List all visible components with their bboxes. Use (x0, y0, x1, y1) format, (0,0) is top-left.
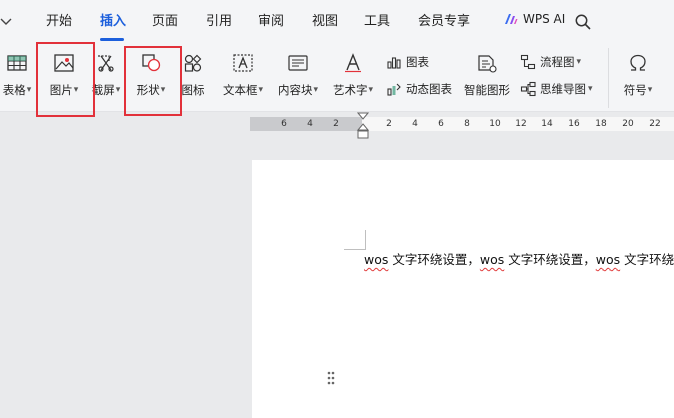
omega-icon (624, 50, 652, 76)
doc-text-run: 文字环绕 (620, 252, 674, 267)
chart-icon (387, 57, 401, 69)
symbol-button[interactable]: 符号 ▾ (620, 50, 656, 108)
scissors-icon (92, 50, 120, 76)
chevron-down-icon: ▾ (576, 57, 582, 67)
ruler-number: 18 (595, 119, 607, 129)
ribbon-toolbar: 表格 ▾ 图片 ▾ 截屏 ▾ 形状 ▾ 图标 文本框 ▾ 内容块 ▾ 艺术字 ▾… (0, 44, 674, 112)
document-page[interactable] (252, 160, 674, 418)
table-label: 表格 (2, 83, 26, 97)
tab-review[interactable]: 审阅 (258, 13, 284, 31)
dynamic-chart-button[interactable]: 动态图表 (386, 79, 452, 99)
wps-ai-label: WPS AI (523, 12, 566, 26)
textbox-label: 文本框 (222, 83, 258, 97)
flowchart-icon (520, 54, 536, 70)
flowchart-label: 流程图 (540, 55, 575, 69)
doc-text-run: wos (364, 252, 389, 267)
wordart-label: 艺术字 (332, 83, 368, 97)
tab-member[interactable]: 会员专享 (418, 13, 470, 31)
chart-label: 图表 (406, 55, 429, 69)
picture-highlight-box (36, 42, 95, 117)
dynamic-chart-label: 动态图表 (406, 82, 452, 96)
doc-text-run: wos (595, 252, 621, 267)
tab-tools[interactable]: 工具 (364, 13, 390, 31)
ruler-number: 12 (515, 119, 527, 129)
chevron-down-icon: ▾ (368, 85, 374, 95)
collapse-chevron-icon[interactable] (0, 13, 14, 31)
dynamic-chart-icon (387, 83, 401, 96)
ruler-number: 20 (622, 119, 634, 129)
margin-corner-mark (344, 230, 366, 250)
ribbon-divider (608, 48, 609, 108)
mindmap-button[interactable]: 思维导图 ▾ (520, 79, 593, 99)
ruler-number: 10 (489, 119, 501, 129)
textbox-icon (229, 50, 257, 76)
menu-bar: 开始 插入 页面 引用 审阅 视图 工具 会员专享 WPS AI (0, 0, 674, 44)
doc-text-run: 文字环绕设置， (388, 252, 480, 267)
smart-graphic-label: 智能图形 (464, 83, 510, 97)
screenshot-label: 截屏 (91, 83, 115, 97)
tab-start[interactable]: 开始 (46, 13, 72, 31)
flowchart-button[interactable]: 流程图 ▾ (520, 52, 581, 72)
document-text-line[interactable]: wos 文字环绕设置，wos 文字环绕设置，wos 文字环绕 (364, 251, 674, 269)
wps-ai-button[interactable]: WPS AI (504, 12, 565, 26)
table-icon (3, 50, 31, 76)
wordart-button[interactable]: 艺术字 ▾ (330, 50, 376, 108)
ruler-number: 2 (333, 119, 339, 129)
chevron-down-icon: ▾ (258, 85, 264, 95)
ruler-number: 4 (412, 119, 418, 129)
ruler-number: 4 (307, 119, 313, 129)
smart-graphic-icon (473, 50, 501, 76)
chevron-down-icon: ▾ (115, 85, 121, 95)
tab-insert[interactable]: 插入 (100, 13, 126, 31)
mindmap-icon (520, 81, 536, 97)
smart-graphic-button[interactable]: 智能图形 (462, 50, 512, 108)
ruler-number: 6 (281, 119, 287, 129)
icon-library-icon (179, 50, 207, 76)
symbol-label: 符号 (623, 83, 647, 97)
chart-button[interactable]: 图表 (386, 52, 429, 72)
doc-text-run: 文字环绕设置， (504, 252, 596, 267)
mindmap-label: 思维导图 (540, 82, 586, 96)
chevron-down-icon: ▾ (26, 85, 32, 95)
content-block-label: 内容块 (277, 83, 313, 97)
chevron-down-icon: ▾ (313, 85, 319, 95)
tab-page[interactable]: 页面 (152, 13, 178, 31)
indent-marker-icon[interactable] (357, 112, 369, 140)
ruler-number: 8 (464, 119, 470, 129)
active-tab-indicator (100, 38, 124, 41)
search-icon[interactable] (574, 13, 592, 31)
icon-library-button[interactable]: 图标 (178, 50, 208, 108)
ruler-number: 2 (386, 119, 392, 129)
chevron-down-icon: ▾ (588, 84, 593, 94)
chevron-down-icon: ▾ (647, 85, 653, 95)
wordart-icon (339, 50, 367, 76)
tab-view[interactable]: 视图 (312, 13, 338, 31)
wps-ai-logo-icon (505, 14, 518, 24)
ruler-number: 22 (649, 119, 661, 129)
icon-library-label: 图标 (181, 83, 205, 97)
content-block-button[interactable]: 内容块 ▾ (274, 50, 322, 108)
ruler-number: 16 (568, 119, 580, 129)
shape-highlight-box (124, 46, 182, 116)
table-button[interactable]: 表格 ▾ (0, 50, 34, 108)
textbox-button[interactable]: 文本框 ▾ (220, 50, 266, 108)
doc-text-run: wos (479, 252, 505, 267)
drag-handle-icon[interactable] (326, 370, 336, 386)
ruler-number: 14 (541, 119, 553, 129)
content-block-icon (284, 50, 312, 76)
ruler-number: 6 (438, 119, 444, 129)
tab-reference[interactable]: 引用 (206, 13, 232, 31)
